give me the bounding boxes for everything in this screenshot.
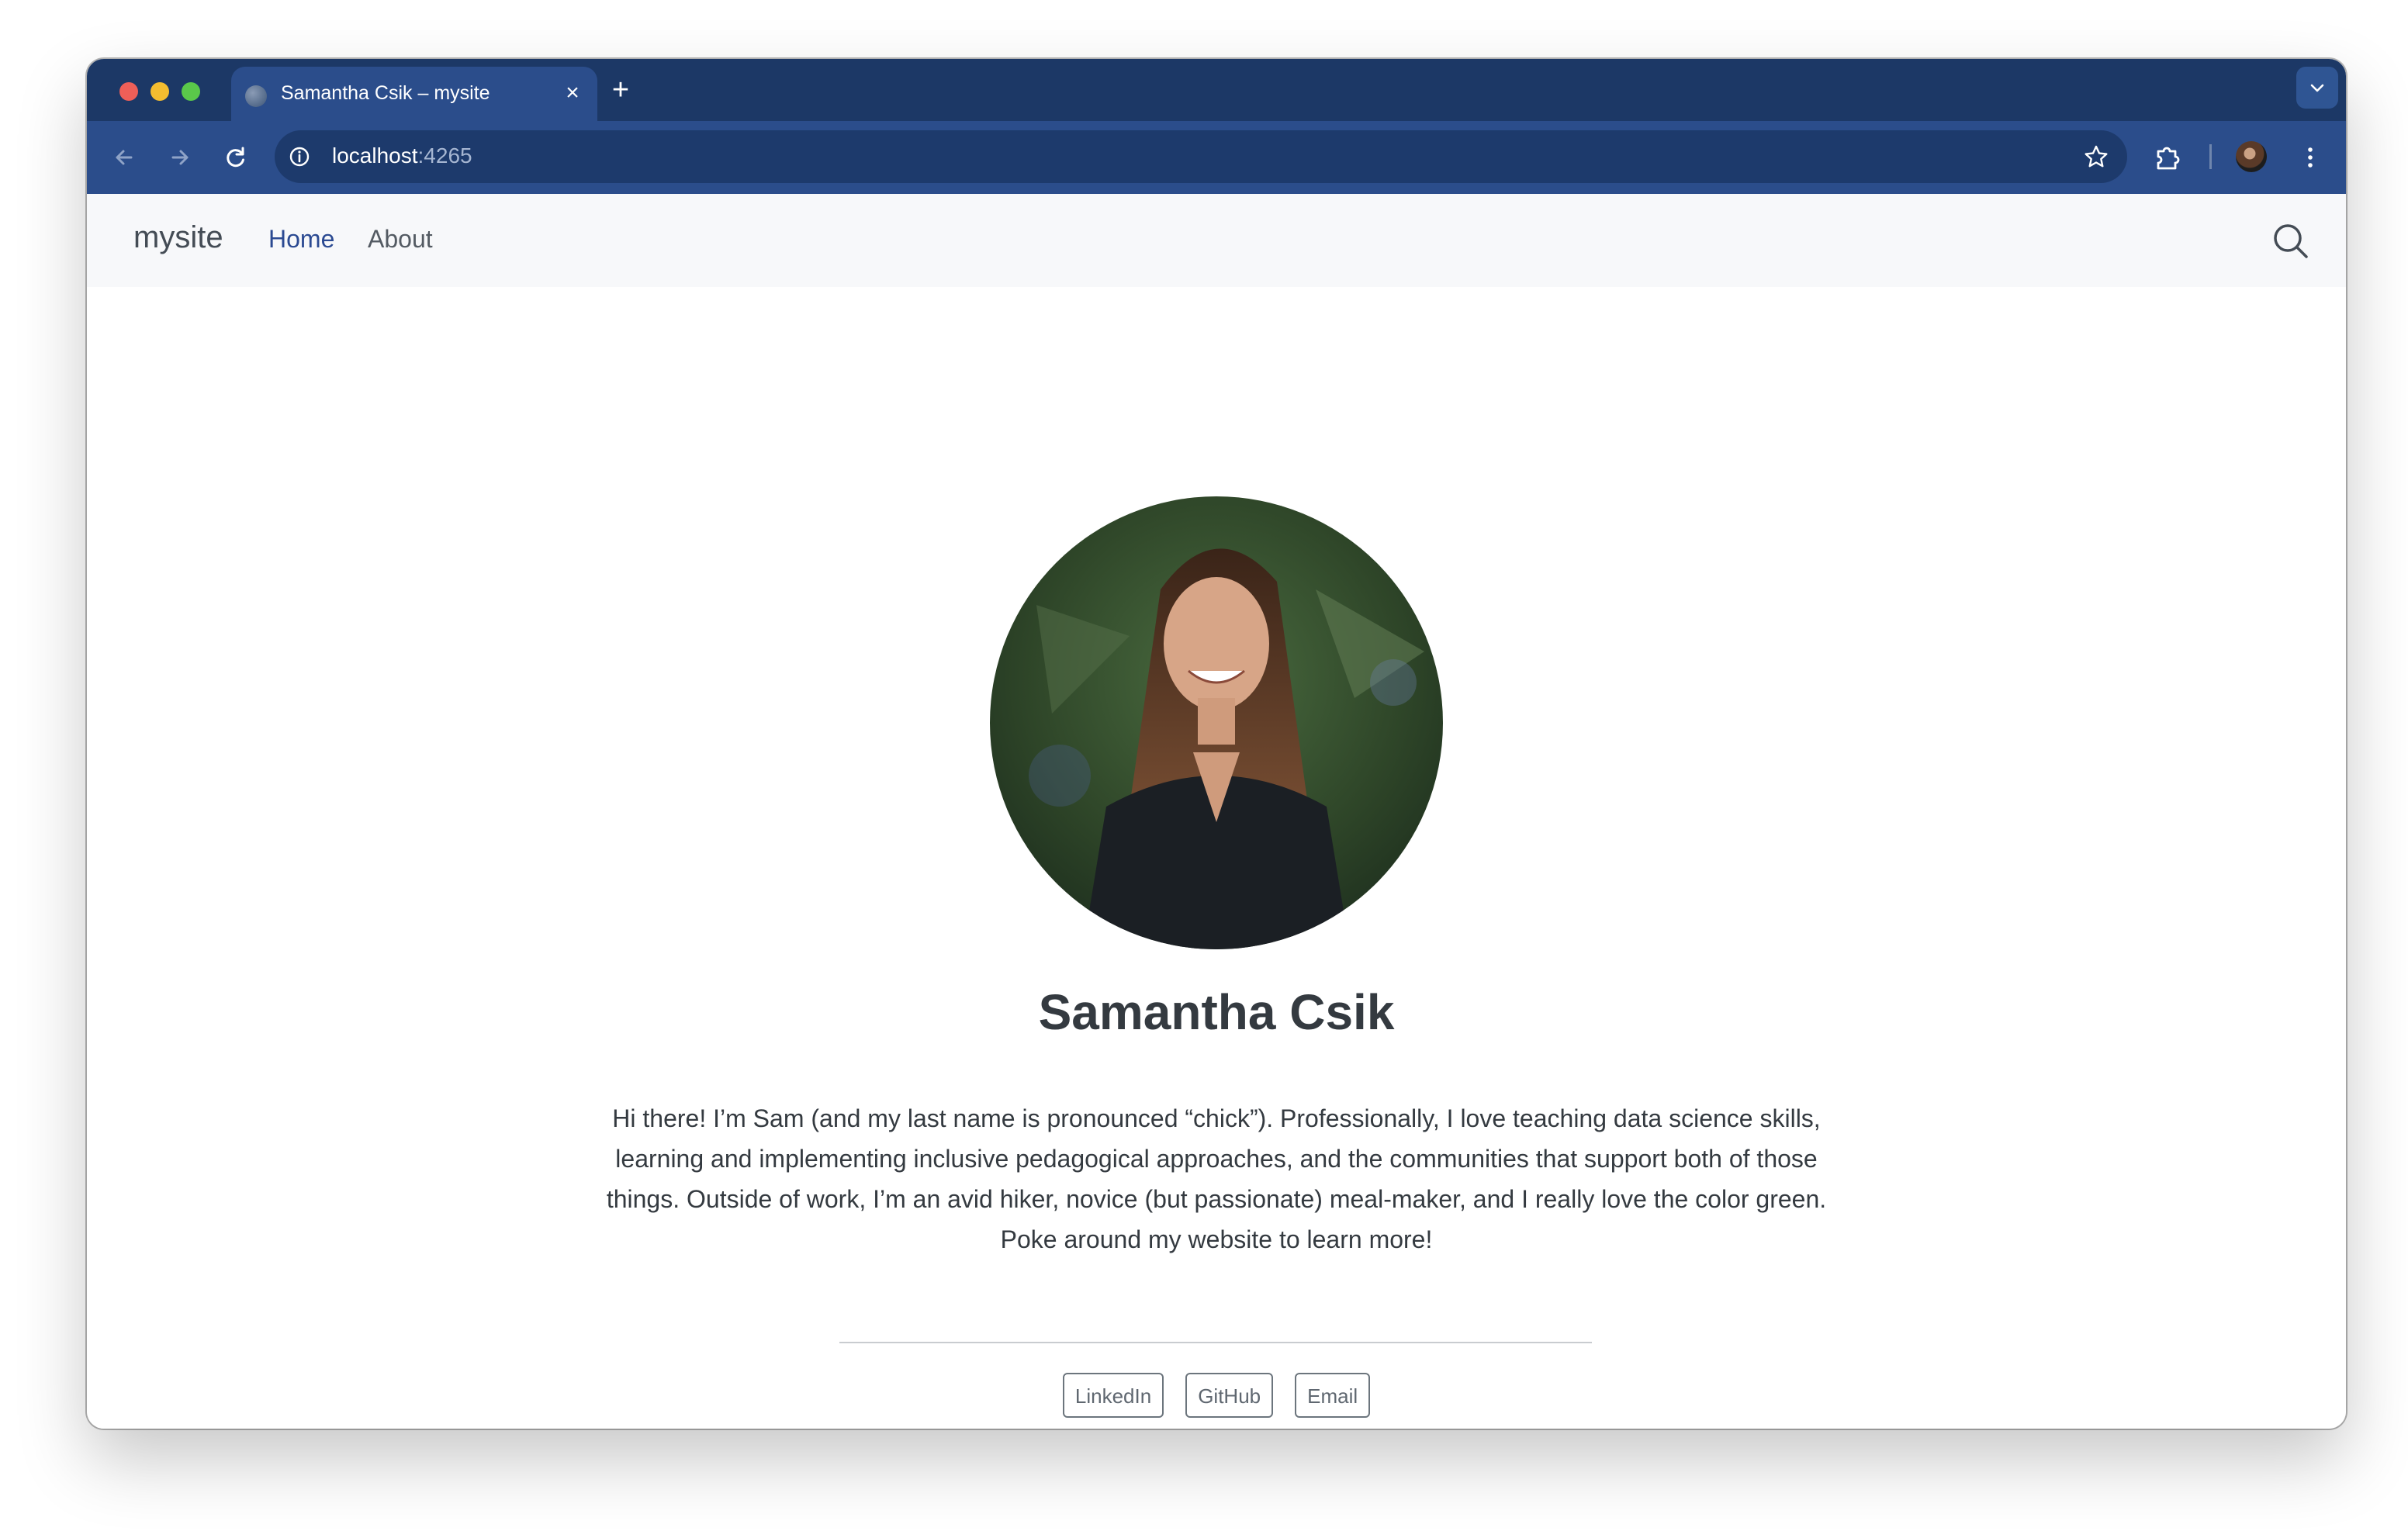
browser-menu-button[interactable]	[2293, 140, 2327, 175]
nav-link-home[interactable]: Home	[268, 225, 334, 254]
linkedin-button[interactable]: LinkedIn	[1062, 1373, 1164, 1418]
tab-strip: Samantha Csik – mysite × +	[87, 59, 2346, 121]
chevron-down-icon	[2310, 84, 2324, 92]
maximize-window-button[interactable]	[182, 82, 200, 101]
back-button[interactable]	[107, 140, 141, 175]
site-brand[interactable]: mysite	[133, 220, 223, 255]
site-info-icon[interactable]	[287, 144, 312, 169]
new-tab-button[interactable]: +	[605, 75, 636, 107]
puzzle-icon	[2157, 147, 2180, 170]
kebab-menu-icon	[2308, 147, 2313, 168]
address-bar[interactable]: localhost:4265	[275, 130, 2127, 183]
profile-avatar[interactable]	[2236, 141, 2267, 172]
reload-button[interactable]	[219, 140, 253, 175]
browser-tab[interactable]: Samantha Csik – mysite ×	[231, 67, 597, 121]
profile-bio: Hi there! I’m Sam (and my last name is p…	[606, 1104, 1827, 1253]
portrait-image	[990, 496, 1443, 949]
email-button[interactable]: Email	[1295, 1373, 1371, 1418]
url-text: localhost:4265	[332, 143, 472, 168]
social-links: LinkedIn GitHub Email	[87, 1373, 2346, 1418]
tab-title: Samantha Csik – mysite	[281, 82, 490, 104]
browser-toolbar: localhost:4265	[87, 121, 2346, 194]
forward-button[interactable]	[163, 140, 197, 175]
search-icon[interactable]	[2271, 222, 2310, 261]
globe-icon	[245, 85, 267, 107]
url-port: :4265	[417, 143, 472, 168]
github-button[interactable]: GitHub	[1185, 1373, 1274, 1418]
bookmark-star-icon[interactable]	[2082, 143, 2110, 171]
close-tab-button[interactable]: ×	[557, 78, 588, 109]
browser-window: Samantha Csik – mysite × + localhost:426…	[87, 59, 2346, 1429]
arrow-left-icon	[116, 150, 133, 165]
nav-link-about[interactable]: About	[368, 225, 433, 254]
reload-icon	[227, 147, 244, 168]
url-host: localhost	[332, 143, 418, 168]
profile-photo	[990, 496, 1443, 949]
toolbar-divider	[2209, 144, 2212, 169]
page-content: mysite Home About Samantha Csik Hi there…	[87, 194, 2346, 1429]
close-window-button[interactable]	[119, 82, 138, 101]
section-divider	[839, 1342, 1592, 1343]
site-navbar: mysite Home About	[87, 194, 2346, 287]
profile-name: Samantha Csik	[1038, 984, 1395, 1040]
tab-search-button[interactable]	[2296, 67, 2338, 109]
extensions-button[interactable]	[2150, 140, 2185, 175]
minimize-window-button[interactable]	[150, 82, 169, 101]
arrow-right-icon	[171, 150, 189, 165]
